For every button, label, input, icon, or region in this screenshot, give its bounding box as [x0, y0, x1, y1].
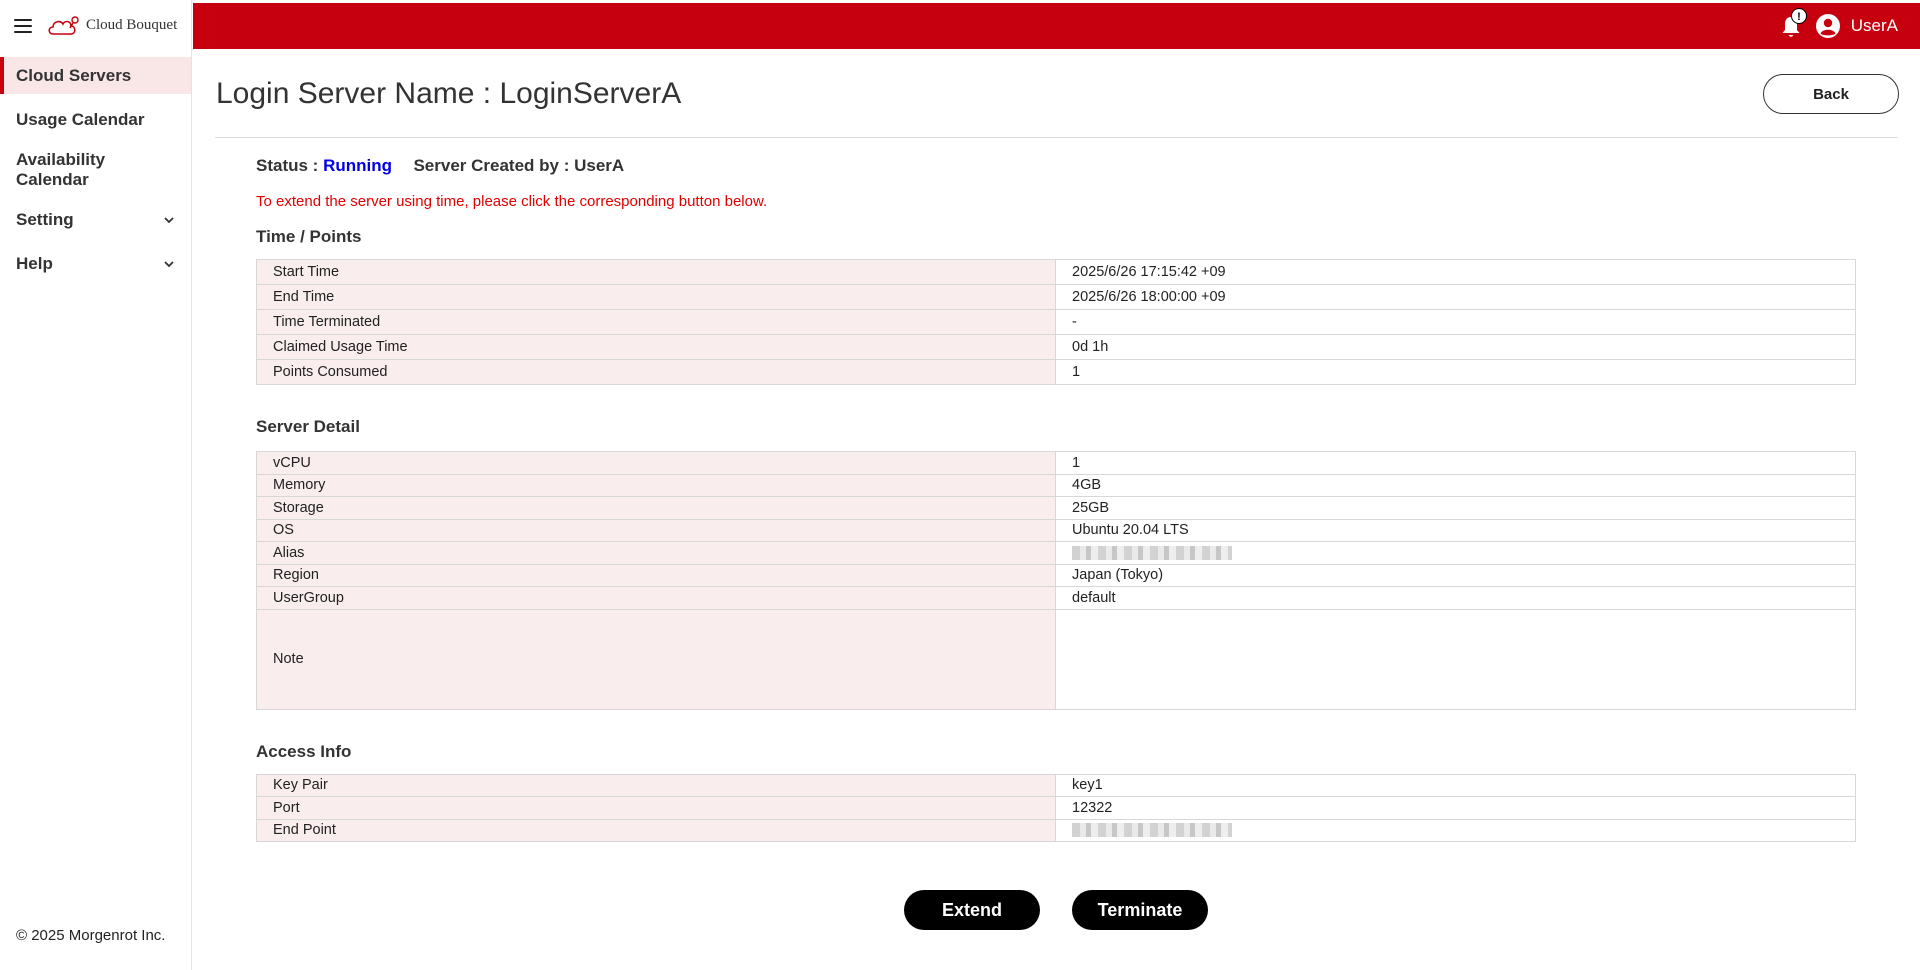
table-row: Time Terminated - [256, 309, 1856, 335]
row-key: Key Pair [256, 773, 1056, 797]
status-line: Status : Running Server Created by : Use… [256, 156, 1856, 176]
table-row: Alias [256, 541, 1856, 565]
row-value: - [1055, 309, 1856, 335]
table-row: Port 12322 [256, 796, 1856, 820]
logo[interactable]: Cloud Bouquet [46, 15, 177, 37]
table-row: Key Pair key1 [256, 773, 1856, 797]
sidebar-item-label: Cloud Servers [16, 65, 132, 85]
sidebar-nav: Cloud Servers Usage Calendar Availabilit… [0, 57, 191, 286]
extend-button[interactable]: Extend [904, 890, 1040, 930]
user-menu[interactable]: UserA [1815, 13, 1898, 39]
server-info: Status : Running Server Created by : Use… [256, 156, 1856, 842]
row-key: Storage [256, 496, 1056, 520]
row-key: vCPU [256, 451, 1056, 475]
row-value: 2025/6/26 17:15:42 +09 [1055, 259, 1856, 285]
row-key: Note [256, 608, 1056, 710]
cloud-logo-icon [48, 15, 79, 35]
redacted-block [1072, 823, 1232, 838]
divider [215, 137, 1898, 138]
table-row: Points Consumed 1 [256, 359, 1856, 385]
alias-value [1055, 541, 1856, 565]
row-key: Points Consumed [256, 359, 1056, 385]
page-title: Login Server Name : LoginServerA [216, 77, 682, 110]
row-value: Ubuntu 20.04 LTS [1055, 518, 1856, 542]
row-key: Region [256, 563, 1056, 587]
table-row: Note [256, 608, 1856, 710]
status-label: Status : [256, 156, 319, 175]
table-row: Claimed Usage Time 0d 1h [256, 334, 1856, 360]
row-key: OS [256, 518, 1056, 542]
created-by-value: UserA [574, 156, 625, 175]
row-key: UserGroup [256, 586, 1056, 610]
row-value: 25GB [1055, 496, 1856, 520]
row-value: 1 [1055, 451, 1856, 475]
redacted-block [1072, 545, 1232, 560]
row-key: Time Terminated [256, 309, 1056, 335]
endpoint-value [1055, 818, 1856, 842]
access-info-title: Access Info [256, 741, 352, 761]
table-row: Storage 25GB [256, 496, 1856, 520]
row-value: Japan (Tokyo) [1055, 563, 1856, 587]
chevron-down-icon [164, 261, 174, 268]
sidebar-item-availability-calendar[interactable]: Availability Calendar [0, 142, 110, 198]
logo-text: Cloud Bouquet [86, 17, 178, 33]
user-name: UserA [1850, 16, 1898, 35]
table-row: End Point [256, 818, 1856, 842]
row-value: 1 [1055, 359, 1856, 385]
sidebar-item-label: Availability Calendar [16, 150, 106, 189]
time-points-title: Time / Points [256, 227, 362, 246]
chevron-down-icon [164, 217, 174, 224]
table-row: Start Time 2025/6/26 17:15:42 +09 [256, 259, 1856, 285]
sidebar-item-label: Help [16, 254, 53, 273]
menu-icon[interactable] [14, 18, 32, 33]
brand-bar: Cloud Bouquet [0, 0, 191, 51]
row-value: default [1055, 586, 1856, 610]
server-detail-title: Server Detail [256, 417, 360, 436]
row-value: 0d 1h [1055, 334, 1856, 360]
row-key: Claimed Usage Time [256, 334, 1056, 360]
main-content: Login Server Name : LoginServerA Back St… [193, 49, 1920, 970]
table-row: vCPU 1 [256, 451, 1856, 475]
sidebar-item-cloud-servers[interactable]: Cloud Servers [0, 57, 191, 94]
table-row: OS Ubuntu 20.04 LTS [256, 518, 1856, 542]
notification-badge: ! [1791, 8, 1807, 24]
top-bar: ! UserA [193, 3, 1920, 49]
table-row: UserGroup default [256, 586, 1856, 610]
row-value: 4GB [1055, 473, 1856, 497]
sidebar-item-label: Setting [16, 210, 74, 229]
user-avatar-icon [1815, 14, 1840, 38]
copyright: © 2025 Morgenrot Inc. [16, 927, 166, 944]
note-value [1055, 608, 1856, 710]
sidebar-item-label: Usage Calendar [16, 110, 145, 129]
sidebar: Cloud Bouquet Cloud Servers Usage Calend… [0, 0, 192, 970]
back-button[interactable]: Back [1763, 74, 1899, 114]
table-row: Region Japan (Tokyo) [256, 563, 1856, 587]
sidebar-item-setting[interactable]: Setting [0, 198, 191, 242]
row-key: Alias [256, 541, 1056, 565]
table-row: End Time 2025/6/26 18:00:00 +09 [256, 284, 1856, 310]
status-value: Running [323, 156, 392, 175]
row-value: key1 [1055, 773, 1856, 797]
server-detail-table: vCPU 1 Memory 4GB Storage 25GB OS Ubuntu 20.… [256, 451, 1856, 710]
row-key: Memory [256, 473, 1056, 497]
access-info-table: Key Pair key1 Port 12322 End Point [256, 773, 1856, 843]
row-value: 2025/6/26 18:00:00 +09 [1055, 284, 1856, 310]
sidebar-item-help[interactable]: Help [0, 242, 191, 286]
row-key: Start Time [256, 259, 1056, 285]
row-value: 12322 [1055, 796, 1856, 820]
row-key: End Point [256, 818, 1056, 842]
created-by-label: Server Created by : [413, 156, 570, 175]
row-key: Port [256, 796, 1056, 820]
row-key: End Time [256, 284, 1056, 310]
time-points-table: Start Time 2025/6/26 17:15:42 +09 End Tim… [256, 259, 1856, 385]
terminate-button[interactable]: Terminate [1072, 890, 1208, 930]
sidebar-item-usage-calendar[interactable]: Usage Calendar [0, 98, 191, 142]
extend-notice: To extend the server using time, please … [256, 193, 768, 210]
table-row: Memory 4GB [256, 473, 1856, 497]
